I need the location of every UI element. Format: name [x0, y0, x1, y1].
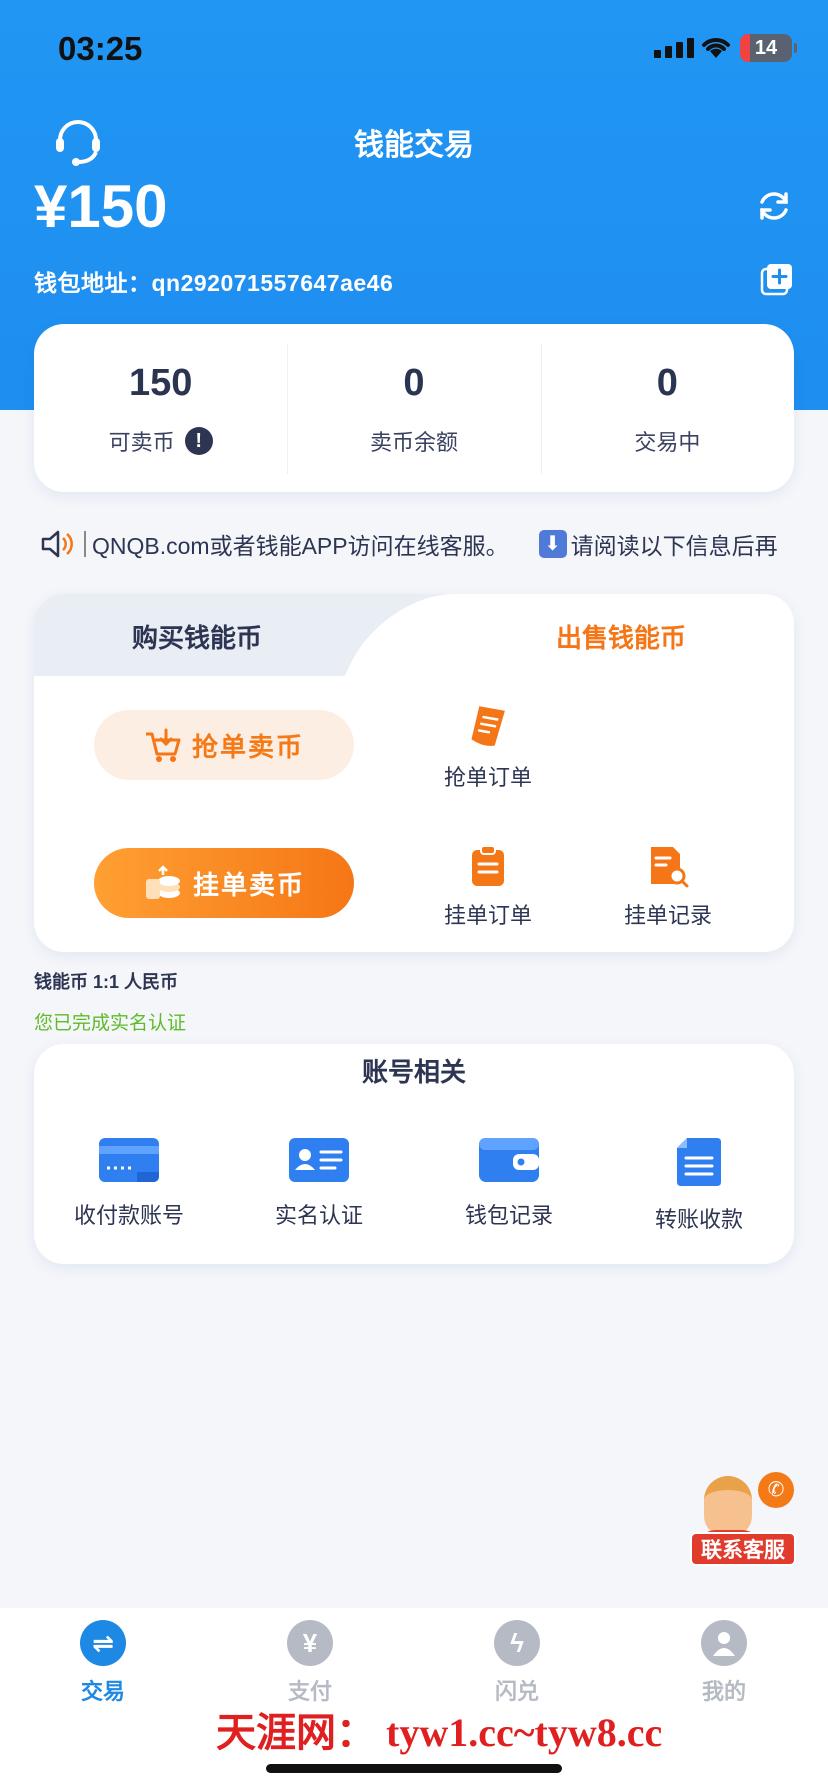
grab-orders-link[interactable]: 抢单订单	[413, 704, 563, 792]
list-records-link[interactable]: 挂单记录	[593, 844, 743, 930]
copy-icon[interactable]	[760, 262, 794, 296]
status-bar: 03:25 14	[0, 0, 828, 100]
wallet-address-value: qn292071557647ae46	[151, 270, 394, 296]
page-title: 钱能交易	[354, 129, 474, 162]
stat-label: 交易中	[634, 430, 701, 455]
cellular-signal-icon	[654, 38, 694, 58]
stat-value: 0	[403, 362, 425, 404]
bank-card-icon	[99, 1138, 159, 1182]
stat-value: 150	[128, 362, 193, 404]
payment-account-item[interactable]: 收付款账号	[34, 1136, 224, 1230]
transfer-label: 转账收款	[654, 1207, 743, 1232]
lightning-icon: ϟ	[494, 1620, 540, 1666]
stat-sellable: 150 可卖币!	[34, 324, 287, 492]
contact-support-button[interactable]: ✆ 联系客服	[690, 1472, 800, 1572]
tab-trade[interactable]: ⇌ 交易	[43, 1620, 163, 1706]
home-indicator[interactable]	[266, 1764, 562, 1773]
account-section-title: 账号相关	[361, 1057, 466, 1087]
wallet-icon	[479, 1138, 539, 1182]
notice-text: QNQB.com或者钱能APP访问在线客服。	[92, 533, 509, 559]
yuan-icon: ¥	[287, 1620, 333, 1666]
wallet-address-label: 钱包地址：	[34, 270, 152, 296]
user-icon	[701, 1620, 747, 1666]
payment-account-label: 收付款账号	[73, 1203, 184, 1228]
stat-value: 0	[656, 362, 678, 404]
tab-sell-label[interactable]: 出售钱能币	[556, 618, 686, 655]
stat-trading: 0 交易中	[540, 324, 794, 492]
grab-sell-button[interactable]: 抢单卖币	[94, 710, 354, 780]
notice-text-2: 请阅读以下信息后再	[570, 533, 778, 559]
grab-sell-label: 抢单卖币	[191, 731, 304, 762]
exchange-rate-note: 钱能币 1:1 人民币	[34, 972, 179, 992]
balance-amount: ¥150	[34, 173, 168, 240]
account-card: 账号相关 收付款账号 实名认证 钱包记录 转账收款	[34, 1044, 794, 1264]
transfer-item[interactable]: 转账收款	[604, 1136, 794, 1234]
wallet-address: 钱包地址：qn292071557647ae46	[34, 264, 393, 298]
real-name-item[interactable]: 实名认证	[224, 1136, 414, 1230]
grab-orders-label: 抢单订单	[443, 765, 532, 790]
notice-marquee[interactable]: QNQB.com或者钱能APP访问在线客服。 ⬇ 请阅读以下信息后再	[40, 526, 820, 562]
down-arrow-icon: ⬇	[538, 530, 567, 558]
status-time: 03:25	[58, 30, 143, 67]
list-orders-label: 挂单订单	[443, 903, 532, 928]
balance-stats-card: 150 可卖币! 0 卖币余额 0 交易中	[34, 324, 794, 492]
battery-level: 14	[754, 37, 778, 59]
real-name-label: 实名认证	[274, 1203, 363, 1228]
tab-trade-label: 交易	[80, 1679, 125, 1704]
support-agent-avatar	[704, 1476, 752, 1536]
tab-buy-label[interactable]: 购买钱能币	[132, 618, 262, 655]
document-icon	[677, 1138, 721, 1186]
coins-icon	[145, 865, 180, 899]
receipt-icon	[471, 706, 505, 746]
contact-support-label: 联系客服	[690, 1532, 796, 1566]
watermark-text: 天涯网： tyw1.cc~tyw8.cc	[216, 1710, 663, 1755]
info-icon[interactable]: !	[184, 427, 213, 455]
tab-flash-exchange[interactable]: ϟ 闪兑	[457, 1620, 577, 1706]
wallet-records-label: 钱包记录	[464, 1203, 553, 1228]
list-orders-link[interactable]: 挂单订单	[413, 844, 563, 930]
document-search-icon	[651, 847, 689, 888]
list-records-label: 挂单记录	[623, 903, 712, 928]
trade-tabs: 购买钱能币 出售钱能币	[34, 594, 794, 676]
speaker-icon	[41, 530, 73, 558]
id-card-icon	[289, 1138, 349, 1182]
battery-icon: 14	[740, 34, 792, 62]
tab-pay[interactable]: ¥ 支付	[250, 1620, 370, 1706]
stat-label: 可卖币	[108, 430, 175, 455]
refresh-icon[interactable]	[756, 188, 792, 224]
trade-card: 购买钱能币 出售钱能币 抢单卖币 挂单卖币 抢单订单 挂单订单 挂单记录	[34, 594, 794, 952]
wifi-icon	[702, 38, 730, 58]
list-sell-button[interactable]: 挂单卖币	[94, 848, 354, 918]
stat-label: 卖币余额	[369, 430, 458, 455]
phone-icon: ✆	[758, 1472, 794, 1508]
clipboard-icon	[472, 845, 504, 886]
battery-cap	[794, 43, 797, 53]
wallet-records-item[interactable]: 钱包记录	[414, 1136, 604, 1230]
verified-note: 您已完成实名认证	[34, 1013, 187, 1034]
cart-icon	[145, 728, 181, 762]
stat-sell-balance: 0 卖币余额	[287, 324, 540, 492]
tab-mine[interactable]: 我的	[664, 1620, 784, 1706]
notice-divider	[84, 531, 86, 557]
list-sell-label: 挂单卖币	[192, 869, 305, 900]
exchange-icon: ⇌	[80, 1620, 126, 1666]
